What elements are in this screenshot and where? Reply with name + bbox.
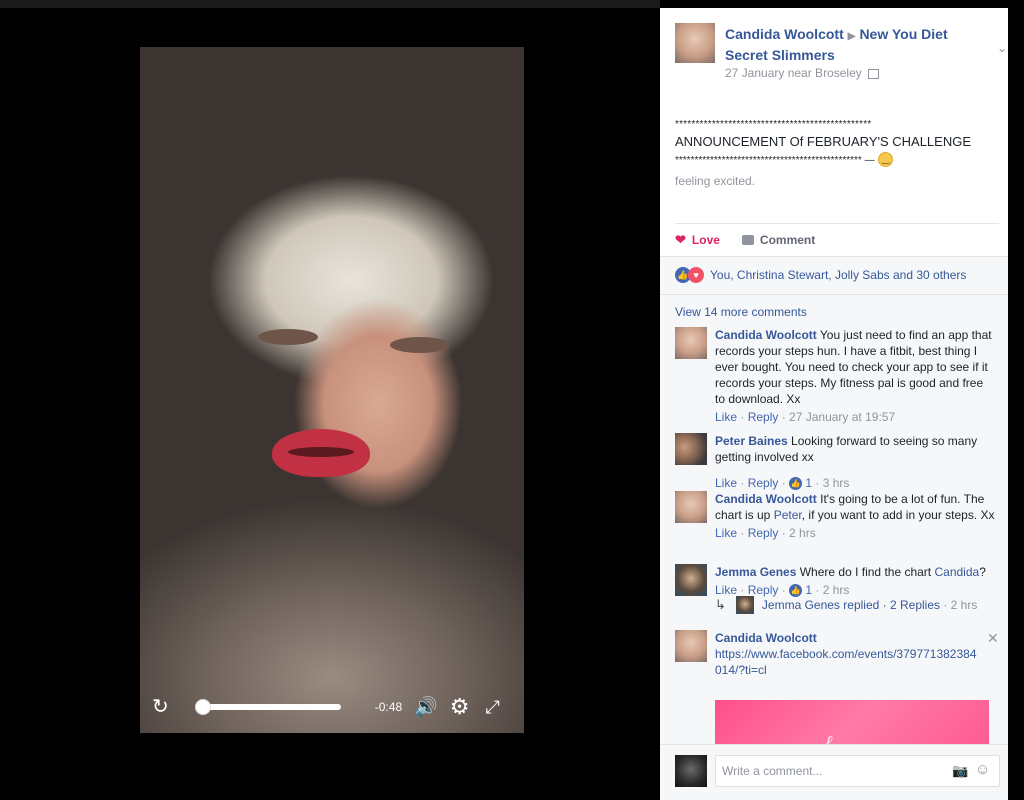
mention-link[interactable]: Peter [774,508,802,522]
replay-icon[interactable]: ↻ [152,697,169,717]
video-frame-detail [390,337,450,353]
comment-text: Where do I find the chart [799,565,935,579]
avatar[interactable] [675,327,707,359]
post-meta: 27 January near Broseley [725,66,879,80]
avatar [675,755,707,787]
love-reaction-icon: ♥ [688,267,704,283]
like-count-icon: 👍 [789,477,803,491]
comment-author[interactable]: Candida Woolcott [715,630,977,646]
avatar[interactable] [675,491,707,523]
post-body: ****************************************… [675,116,1005,190]
mention-link[interactable]: Candida [934,565,979,579]
comment-composer: 📷 ☺ [660,744,1008,800]
author-avatar[interactable] [675,23,715,63]
reply-time: · 2 hrs [943,598,978,612]
reactions-summary[interactable]: You, Christina Stewart, Jolly Sabs and 3… [710,268,966,282]
post-text-stars: ****************************************… [675,155,875,166]
comment-actions: Like · Reply · 27 January at 19:57 [715,410,896,424]
comment-like-link[interactable]: Like [715,583,737,597]
audience-icon [867,68,879,79]
comment-reply-link[interactable]: Reply [748,526,779,540]
comment-time[interactable]: 27 January at 19:57 [789,410,895,424]
comment-author[interactable]: Peter Baines [715,434,788,448]
comment-body: Candida Woolcott It's going to be a lot … [715,491,995,541]
excited-emoji-icon: ‿ [878,152,894,168]
avatar[interactable] [675,564,707,596]
replies-summary[interactable]: ↳ Jemma Genes replied · 2 Replies · 2 hr… [715,596,977,614]
reactions-bar: 👍 ♥ You, Christina Stewart, Jolly Sabs a… [660,256,1008,294]
video-frame-detail [258,329,318,345]
reply-author[interactable]: Jemma Genes [762,598,840,612]
post-text-stars: ****************************************… [675,119,872,130]
fullscreen-icon[interactable]: ⤢ [486,698,500,716]
comment-like-link[interactable]: Like [715,410,737,424]
comments-section: View 14 more comments Candida Woolcott Y… [660,294,1008,750]
video-controls: ↻ -0:48 🔊 ⚙ ⤢ [140,681,524,733]
arrow-right-icon: ▶ [847,31,856,42]
comment-actions: Like · Reply · 2 hrs [715,526,816,540]
comment-time[interactable]: 2 hrs [789,526,816,540]
link-preview-image[interactable]: ℓ [715,700,989,750]
volume-icon[interactable]: 🔊 [414,698,438,717]
comment-like-count[interactable]: 1 [805,583,812,597]
comment-time[interactable]: 3 hrs [823,476,850,490]
comment-body: Peter Baines Looking forward to seeing s… [715,433,995,491]
camera-icon[interactable]: 📷 [952,763,968,779]
comment-author[interactable]: Jemma Genes [715,565,796,579]
view-more-comments-link[interactable]: View 14 more comments [675,305,807,319]
love-button[interactable]: ❤ Love [675,232,720,248]
smiley-icon[interactable]: ☺ [975,761,990,778]
comment-icon [741,235,754,245]
avatar[interactable] [675,630,707,662]
comment-like-link[interactable]: Like [715,476,737,490]
comment-like-link[interactable]: Like [715,526,737,540]
author-name-link[interactable]: Candida Woolcott [725,26,844,42]
comment-body: Candida Woolcott You just need to find a… [715,327,995,425]
comment-like-count[interactable]: 1 [805,476,812,490]
comment-time[interactable]: 2 hrs [823,583,850,597]
close-icon[interactable]: ✕ [987,630,999,647]
reply-summary-text[interactable]: replied · 2 Replies [843,598,940,612]
progress-knob[interactable] [194,699,211,715]
avatar[interactable] [675,433,707,465]
feeling-text: feeling excited. [675,174,756,188]
photo-theater: ↻ -0:48 🔊 ⚙ ⤢ Candida Woolcott ▶ New You D… [0,0,1024,800]
heart-icon: ❤ [675,232,686,247]
scrollbar[interactable] [1008,8,1024,800]
comment-reply-link[interactable]: Reply [748,476,779,490]
comment-text: , if you want to add in your steps. Xx [801,508,995,522]
comment-author[interactable]: Candida Woolcott [715,328,817,342]
background-page-strip [0,0,660,8]
post-panel: Candida Woolcott ▶ New You Diet Secret Sli… [660,8,1008,800]
video-frame-detail [272,429,370,477]
comment-label: Comment [759,233,816,247]
avatar [735,596,754,614]
post-timestamp[interactable]: 27 January near Broseley [725,66,862,80]
comment-author[interactable]: Candida Woolcott [715,492,817,506]
video-player[interactable]: ↻ -0:48 🔊 ⚙ ⤢ [140,47,524,733]
video-time-remaining: -0:48 [374,700,403,714]
video-progress-bar[interactable] [194,699,341,715]
post-action-bar: ❤ Love Comment [675,223,999,256]
comment-body: Candida Woolcott https://www.facebook.co… [715,630,977,678]
comment-body: Jemma Genes Where do I find the chart Ca… [715,564,995,598]
comment-actions: Like · Reply · 👍 1 · 3 hrs [715,476,850,491]
comment-link[interactable]: https://www.facebook.com/events/37977138… [715,646,977,678]
pending-comment: ✕ Candida Woolcott https://www.facebook.… [675,630,999,750]
author-line: Candida Woolcott ▶ New You Diet Secret Sli… [725,25,975,65]
love-label: Love [691,233,720,247]
reply-arrow-icon: ↳ [715,597,726,612]
reactions-row[interactable]: 👍 ♥ You, Christina Stewart, Jolly Sabs a… [675,267,966,283]
chevron-down-icon[interactable]: ⌄ [997,41,1007,55]
comment-text: ? [979,565,986,579]
post-text-announcement: ANNOUNCEMENT Of FEBRUARY'S CHALLENGE [675,134,972,149]
gear-icon[interactable]: ⚙ [450,696,470,718]
comment-reply-link[interactable]: Reply [748,583,779,597]
comment-button[interactable]: Comment [741,233,816,247]
comment-reply-link[interactable]: Reply [748,410,779,424]
